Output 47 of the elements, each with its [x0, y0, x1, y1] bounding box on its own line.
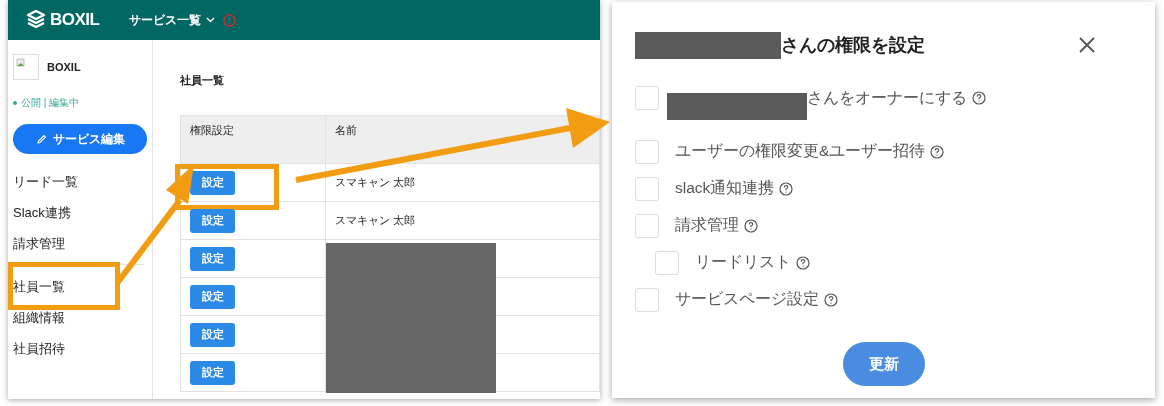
help-icon[interactable]: [744, 218, 758, 233]
nav-item[interactable]: リード一覧: [13, 172, 78, 191]
dialog-title: さんの権限を設定: [781, 34, 925, 57]
option-label: さんをオーナーにする: [807, 87, 967, 108]
checkbox[interactable]: [635, 287, 659, 312]
settings-button[interactable]: 設定: [190, 170, 235, 195]
help-icon[interactable]: [779, 181, 794, 196]
checkbox[interactable]: [635, 86, 659, 110]
nav-item[interactable]: 組織情報: [13, 308, 65, 327]
table-cell: スマキャン 太郎: [325, 201, 600, 240]
checkbox[interactable]: [635, 213, 659, 238]
settings-button[interactable]: 設定: [190, 322, 235, 347]
nav-item[interactable]: 社員一覧: [13, 277, 65, 296]
edit-service-button[interactable]: サービス編集: [13, 124, 147, 154]
help-icon[interactable]: [972, 91, 986, 105]
update-button[interactable]: 更新: [842, 342, 925, 386]
checkbox[interactable]: [635, 139, 659, 164]
settings-button[interactable]: 設定: [190, 246, 235, 271]
broken-image-icon: [13, 54, 39, 80]
service-name: BOXIL: [47, 61, 81, 73]
settings-button[interactable]: 設定: [190, 208, 235, 233]
help-icon[interactable]: [824, 292, 838, 307]
settings-button[interactable]: 設定: [190, 360, 235, 385]
checkbox[interactable]: [635, 176, 659, 201]
pencil-icon: [35, 133, 47, 145]
nav-item[interactable]: 社員招待: [13, 339, 65, 358]
settings-button[interactable]: 設定: [190, 284, 235, 309]
page-title: 社員一覧: [180, 73, 225, 88]
status-text: 公開 | 編集中: [21, 96, 80, 110]
nav-item[interactable]: Slack連携: [13, 203, 71, 222]
close-icon[interactable]: [1079, 37, 1095, 53]
service-menu[interactable]: サービス一覧: [129, 11, 216, 29]
table-cell: スマキャン 太郎: [325, 163, 600, 202]
cube-logo-icon: [26, 10, 46, 30]
status-dot-icon: [13, 101, 17, 105]
checkbox[interactable]: [655, 250, 679, 275]
column-header: 権限設定: [180, 115, 326, 164]
logo-text[interactable]: BOXIL: [50, 10, 100, 30]
option-label: 請求管理: [675, 215, 739, 235]
chevron-down-icon: [206, 17, 216, 23]
option-label: slack通知連携: [675, 178, 775, 198]
option-label: サービスページ設定: [675, 289, 819, 309]
nav-item[interactable]: 請求管理: [13, 234, 65, 253]
help-icon[interactable]: [796, 255, 810, 270]
option-label: リードリスト: [695, 252, 791, 272]
option-label: ユーザーの権限変更&ユーザー招待: [675, 141, 926, 161]
help-icon[interactable]: [930, 144, 945, 159]
